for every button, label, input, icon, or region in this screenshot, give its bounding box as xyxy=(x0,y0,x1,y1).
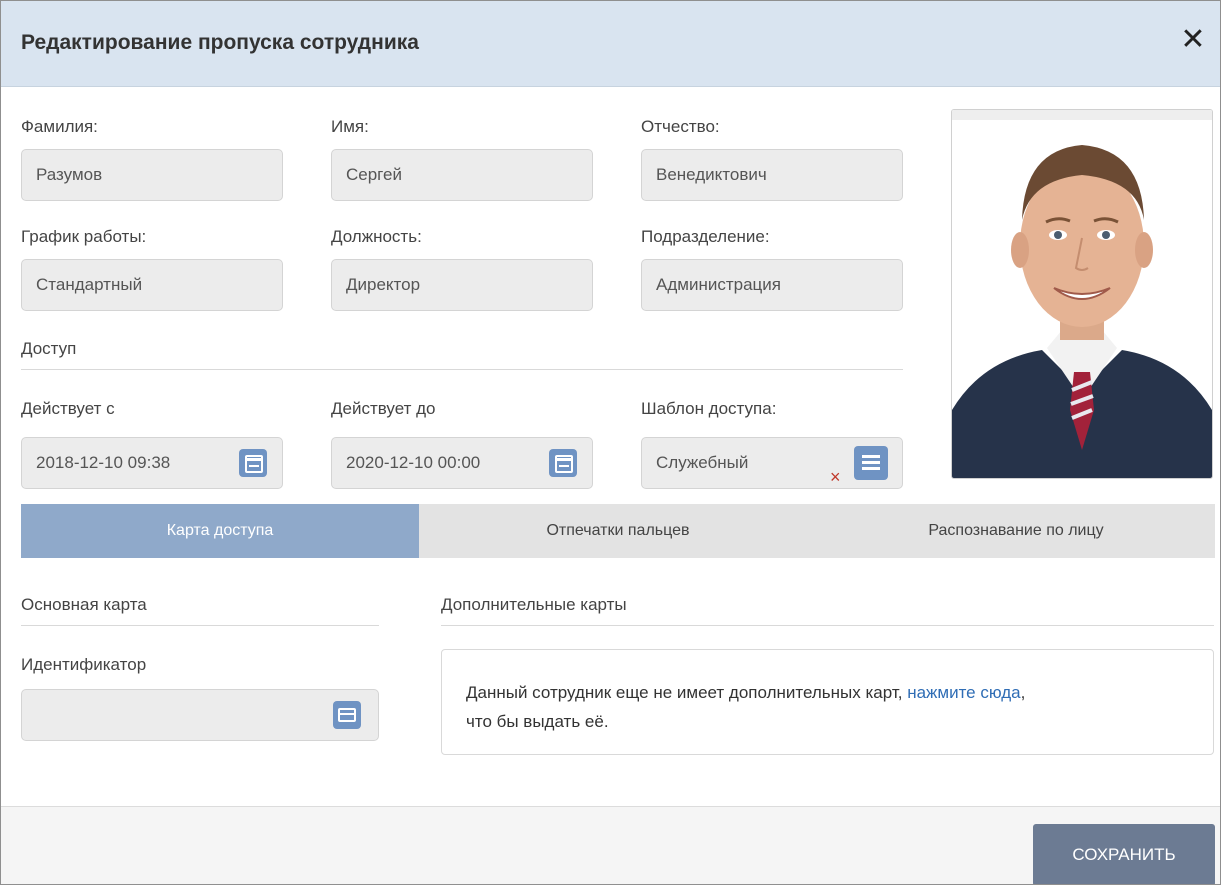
tab-fingerprints[interactable]: Отпечатки пальцев xyxy=(419,504,817,558)
middle-name-field[interactable]: Венедиктович xyxy=(641,149,903,201)
employee-photo[interactable] xyxy=(951,109,1213,479)
template-field[interactable]: Служебный × xyxy=(641,437,903,489)
schedule-label: График работы: xyxy=(21,227,147,246)
valid-to-label: Действует до xyxy=(331,399,436,418)
dialog-title: Редактирование пропуска сотрудника xyxy=(21,31,419,54)
dialog-header: Редактирование пропуска сотрудника ✕ xyxy=(1,1,1220,87)
photo-image xyxy=(952,110,1212,478)
access-divider xyxy=(21,369,903,370)
valid-from-value: 2018-12-10 09:38 xyxy=(36,453,171,472)
valid-to-field[interactable]: 2020-12-10 00:00 xyxy=(331,437,593,489)
identifier-label: Идентификатор xyxy=(21,655,147,674)
card-icon[interactable] xyxy=(333,701,361,729)
template-label: Шаблон доступа: xyxy=(641,399,777,418)
notice-text: Данный сотрудник еще не имеет дополнител… xyxy=(466,683,908,702)
close-icon: ✕ xyxy=(1180,23,1206,56)
extra-cards-divider xyxy=(441,625,1214,626)
list-icon[interactable] xyxy=(854,446,888,480)
middle-name-label: Отчество: xyxy=(641,117,720,136)
tab-bar: Карта доступа Отпечатки пальцев Распозна… xyxy=(21,504,1215,558)
notice-text-2: что бы выдать её. xyxy=(466,712,609,731)
template-value: Служебный xyxy=(656,453,749,472)
valid-to-value: 2020-12-10 00:00 xyxy=(346,453,481,472)
first-name-field[interactable]: Сергей xyxy=(331,149,593,201)
tab-face-recognition[interactable]: Распознавание по лицу xyxy=(817,504,1215,558)
extra-cards-label: Дополнительные карты xyxy=(441,595,627,614)
department-field[interactable]: Администрация xyxy=(641,259,903,311)
clear-icon[interactable]: × xyxy=(830,452,841,502)
close-button[interactable]: ✕ xyxy=(1178,23,1208,57)
notice-tail: , xyxy=(1020,683,1026,702)
tab-access-card[interactable]: Карта доступа xyxy=(21,504,419,558)
access-section-label: Доступ xyxy=(21,339,77,358)
schedule-field[interactable]: Стандартный xyxy=(21,259,283,311)
save-button[interactable]: СОХРАНИТЬ xyxy=(1033,824,1215,884)
main-card-label: Основная карта xyxy=(21,595,147,614)
last-name-field[interactable]: Разумов xyxy=(21,149,283,201)
dialog-footer: СОХРАНИТЬ xyxy=(1,806,1220,884)
first-name-label: Имя: xyxy=(331,117,369,136)
calendar-icon[interactable] xyxy=(239,449,267,477)
department-label: Подразделение: xyxy=(641,227,770,246)
issue-card-link[interactable]: нажмите сюда xyxy=(907,683,1020,702)
calendar-icon[interactable] xyxy=(549,449,577,477)
position-label: Должность: xyxy=(331,227,422,246)
identifier-field[interactable] xyxy=(21,689,379,741)
valid-from-field[interactable]: 2018-12-10 09:38 xyxy=(21,437,283,489)
last-name-label: Фамилия: xyxy=(21,117,98,136)
valid-from-label: Действует с xyxy=(21,399,115,418)
main-card-divider xyxy=(21,625,379,626)
extra-cards-notice: Данный сотрудник еще не имеет дополнител… xyxy=(441,649,1214,755)
position-field[interactable]: Директор xyxy=(331,259,593,311)
edit-pass-dialog: Редактирование пропуска сотрудника ✕ Фам… xyxy=(0,0,1221,885)
